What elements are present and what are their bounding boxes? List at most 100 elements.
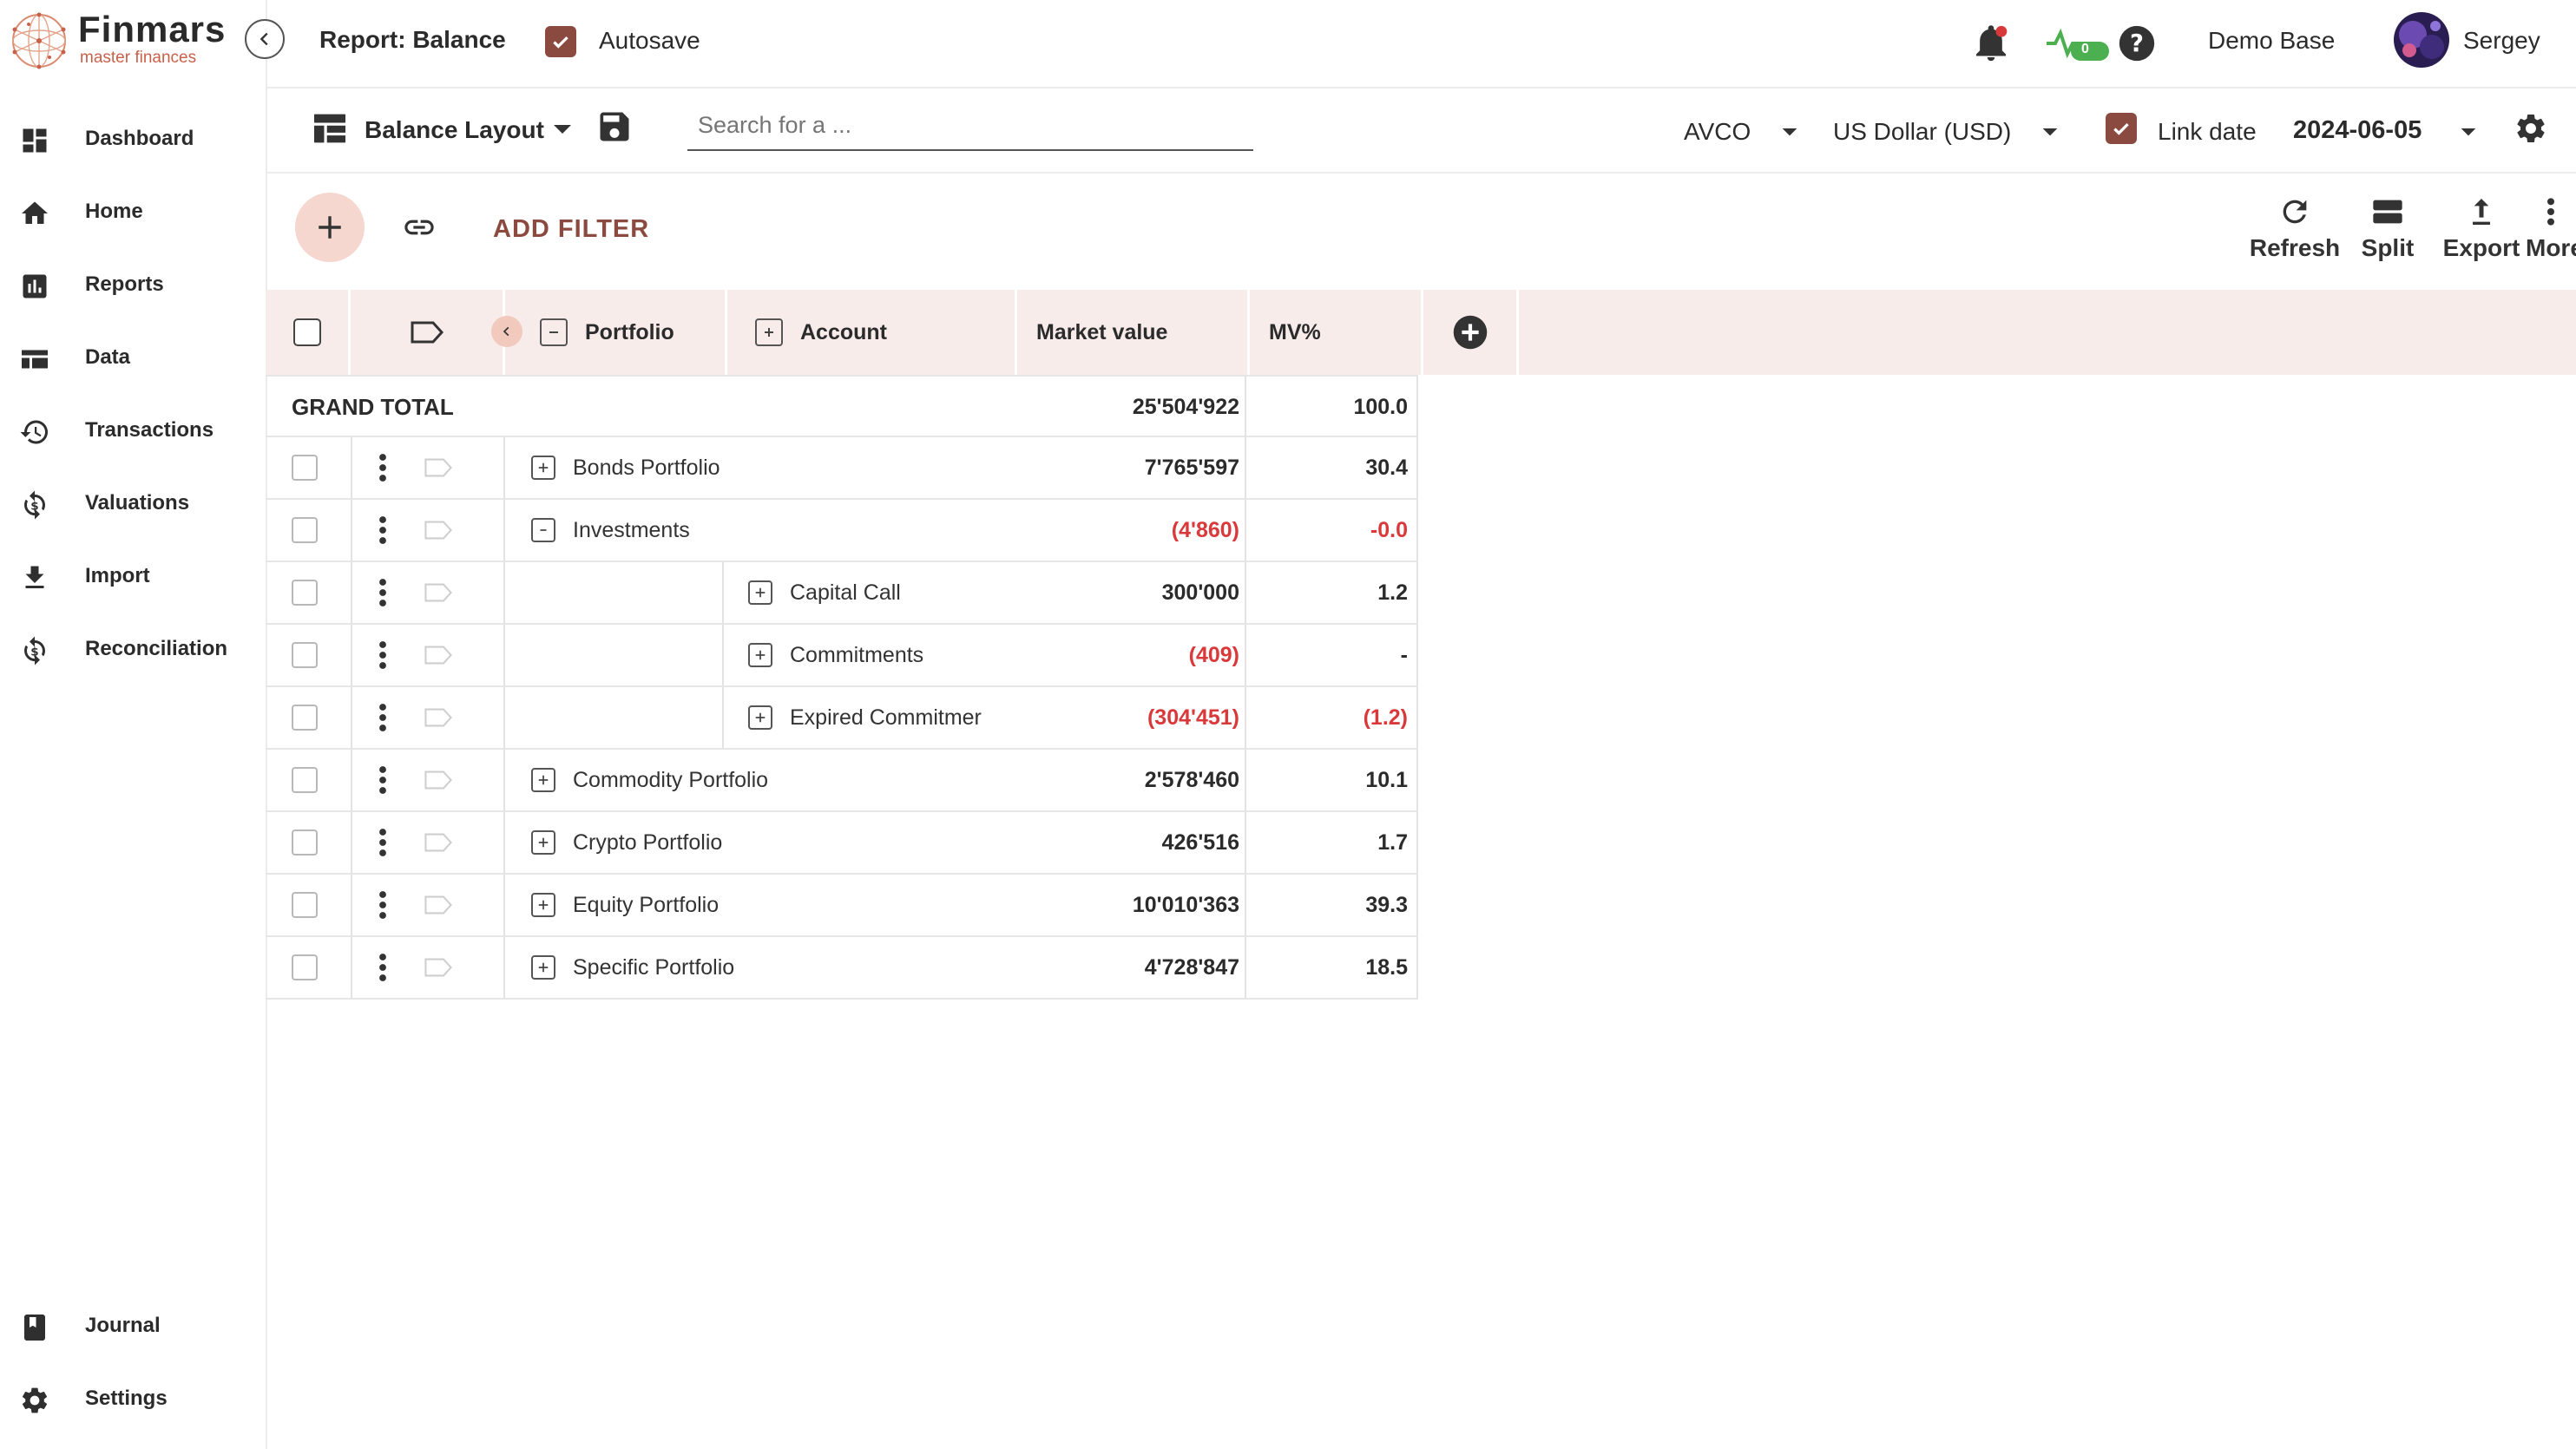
table-row[interactable]: Investments (4'860) -0.0: [266, 500, 1418, 562]
table-row[interactable]: Commitments (409) -: [266, 625, 1418, 687]
sidebar-item-reports[interactable]: Reports: [0, 259, 264, 311]
table-row[interactable]: Bonds Portfolio 7'765'597 30.4: [266, 437, 1418, 500]
row-menu-icon[interactable]: [378, 875, 387, 935]
sidebar-collapse-button[interactable]: [245, 19, 285, 59]
table-row[interactable]: Expired Commitmer (304'451) (1.2): [266, 687, 1418, 750]
row-checkbox[interactable]: [292, 580, 318, 606]
expand-row-icon[interactable]: [531, 456, 555, 480]
sidebar-item-import[interactable]: Import: [0, 550, 264, 602]
row-checkbox[interactable]: [292, 642, 318, 668]
table-row[interactable]: Equity Portfolio 10'010'363 39.3: [266, 875, 1418, 937]
table-row[interactable]: Commodity Portfolio 2'578'460 10.1: [266, 750, 1418, 812]
currency-select[interactable]: US Dollar (USD): [1833, 118, 2011, 146]
base-name[interactable]: Demo Base: [2208, 27, 2335, 55]
portfolio-column-header[interactable]: Portfolio: [505, 290, 727, 375]
collapse-row-icon[interactable]: [531, 518, 555, 542]
expand-row-icon[interactable]: [531, 893, 555, 917]
gear-icon[interactable]: [2514, 111, 2548, 146]
link-icon[interactable]: [399, 210, 439, 245]
row-tag-icon[interactable]: [422, 500, 455, 561]
help-icon[interactable]: ?: [2118, 24, 2156, 62]
row-mv-pct: 10.1: [1365, 767, 1408, 792]
avatar[interactable]: [2394, 12, 2449, 68]
expand-row-icon[interactable]: [748, 705, 772, 730]
split-button[interactable]: Split: [2349, 194, 2427, 262]
row-menu-icon[interactable]: [378, 625, 387, 685]
row-checkbox[interactable]: [292, 705, 318, 731]
row-menu-icon[interactable]: [378, 437, 387, 498]
row-tag-icon[interactable]: [422, 437, 455, 498]
row-menu-icon[interactable]: [378, 937, 387, 998]
row-menu-icon[interactable]: [378, 812, 387, 873]
row-tag-icon[interactable]: [422, 875, 455, 935]
add-filter-button[interactable]: ADD FILTER: [493, 215, 649, 244]
row-market-value: 300'000: [1161, 580, 1239, 605]
table-row[interactable]: Specific Portfolio 4'728'847 18.5: [266, 937, 1418, 1000]
expand-row-icon[interactable]: [748, 643, 772, 667]
search-input[interactable]: [687, 106, 1264, 144]
sidebar-item-label: Data: [85, 345, 131, 369]
collapse-groups-button[interactable]: [491, 316, 522, 347]
row-menu-icon[interactable]: [378, 562, 387, 623]
link-date-checkbox[interactable]: [2106, 113, 2137, 144]
autosave-checkbox[interactable]: [545, 26, 576, 57]
row-menu-icon[interactable]: [378, 750, 387, 810]
notifications-bell-icon[interactable]: [1972, 23, 2010, 64]
row-menu-icon[interactable]: [378, 500, 387, 561]
page-title: Report: Balance: [319, 26, 506, 53]
select-all-checkbox[interactable]: [292, 318, 321, 346]
sidebar-item-label: Home: [85, 200, 143, 223]
expand-row-icon[interactable]: [531, 830, 555, 855]
sidebar-item-transactions[interactable]: Transactions: [0, 404, 264, 456]
sidebar-item-journal[interactable]: Journal: [0, 1300, 264, 1352]
collapse-all-icon[interactable]: [540, 318, 568, 346]
expand-all-icon[interactable]: [755, 318, 783, 346]
row-checkbox[interactable]: [292, 829, 318, 856]
row-tag-icon[interactable]: [422, 750, 455, 810]
search-field[interactable]: [687, 106, 1264, 151]
add-button[interactable]: [295, 193, 365, 262]
expand-row-icon[interactable]: [531, 955, 555, 980]
add-column-icon[interactable]: [1452, 314, 1488, 351]
date-dropdown-icon[interactable]: [2460, 127, 2477, 139]
row-checkbox[interactable]: [292, 455, 318, 481]
more-button[interactable]: More: [2526, 194, 2576, 262]
row-tag-icon[interactable]: [422, 562, 455, 623]
save-layout-icon[interactable]: [595, 108, 634, 146]
table-row[interactable]: Crypto Portfolio 426'516 1.7: [266, 812, 1418, 875]
mv-pct-column-header[interactable]: MV%: [1250, 290, 1423, 375]
label-icon[interactable]: [410, 320, 444, 344]
layout-name[interactable]: Balance Layout: [365, 116, 544, 144]
expand-row-icon[interactable]: [748, 580, 772, 605]
expand-row-icon[interactable]: [531, 768, 555, 792]
sidebar-item-home[interactable]: Home: [0, 186, 264, 238]
market-value-column-header[interactable]: Market value: [1017, 290, 1250, 375]
row-checkbox[interactable]: [292, 892, 318, 918]
sidebar-item-dashboard[interactable]: Dashboard: [0, 113, 264, 165]
cost-method-dropdown-icon[interactable]: [1781, 127, 1798, 139]
sidebar-item-settings[interactable]: Settings: [0, 1373, 264, 1425]
download-icon: [19, 562, 50, 593]
layout-dropdown-icon[interactable]: [552, 123, 573, 137]
refresh-button[interactable]: Refresh: [2243, 194, 2347, 262]
account-column-header[interactable]: Account: [727, 290, 1017, 375]
sidebar-item-data[interactable]: Data: [0, 331, 264, 384]
currency-dropdown-icon[interactable]: [2041, 127, 2059, 139]
row-tag-icon[interactable]: [422, 625, 455, 685]
sidebar-item-reconciliation[interactable]: $ Reconciliation: [0, 623, 264, 675]
report-date[interactable]: 2024-06-05: [2293, 116, 2422, 145]
health-status-icon[interactable]: [2045, 26, 2114, 62]
row-tag-icon[interactable]: [422, 937, 455, 998]
more-label: More: [2526, 234, 2576, 261]
user-name[interactable]: Sergey: [2463, 27, 2540, 55]
row-menu-icon[interactable]: [378, 687, 387, 748]
row-tag-icon[interactable]: [422, 687, 455, 748]
row-tag-icon[interactable]: [422, 812, 455, 873]
sidebar-item-valuations[interactable]: $ Valuations: [0, 477, 264, 529]
table-row[interactable]: Capital Call 300'000 1.2: [266, 562, 1418, 625]
row-checkbox[interactable]: [292, 517, 318, 543]
cost-method-select[interactable]: AVCO: [1684, 118, 1751, 146]
export-button[interactable]: Export: [2434, 194, 2529, 262]
row-checkbox[interactable]: [292, 954, 318, 980]
row-checkbox[interactable]: [292, 767, 318, 793]
